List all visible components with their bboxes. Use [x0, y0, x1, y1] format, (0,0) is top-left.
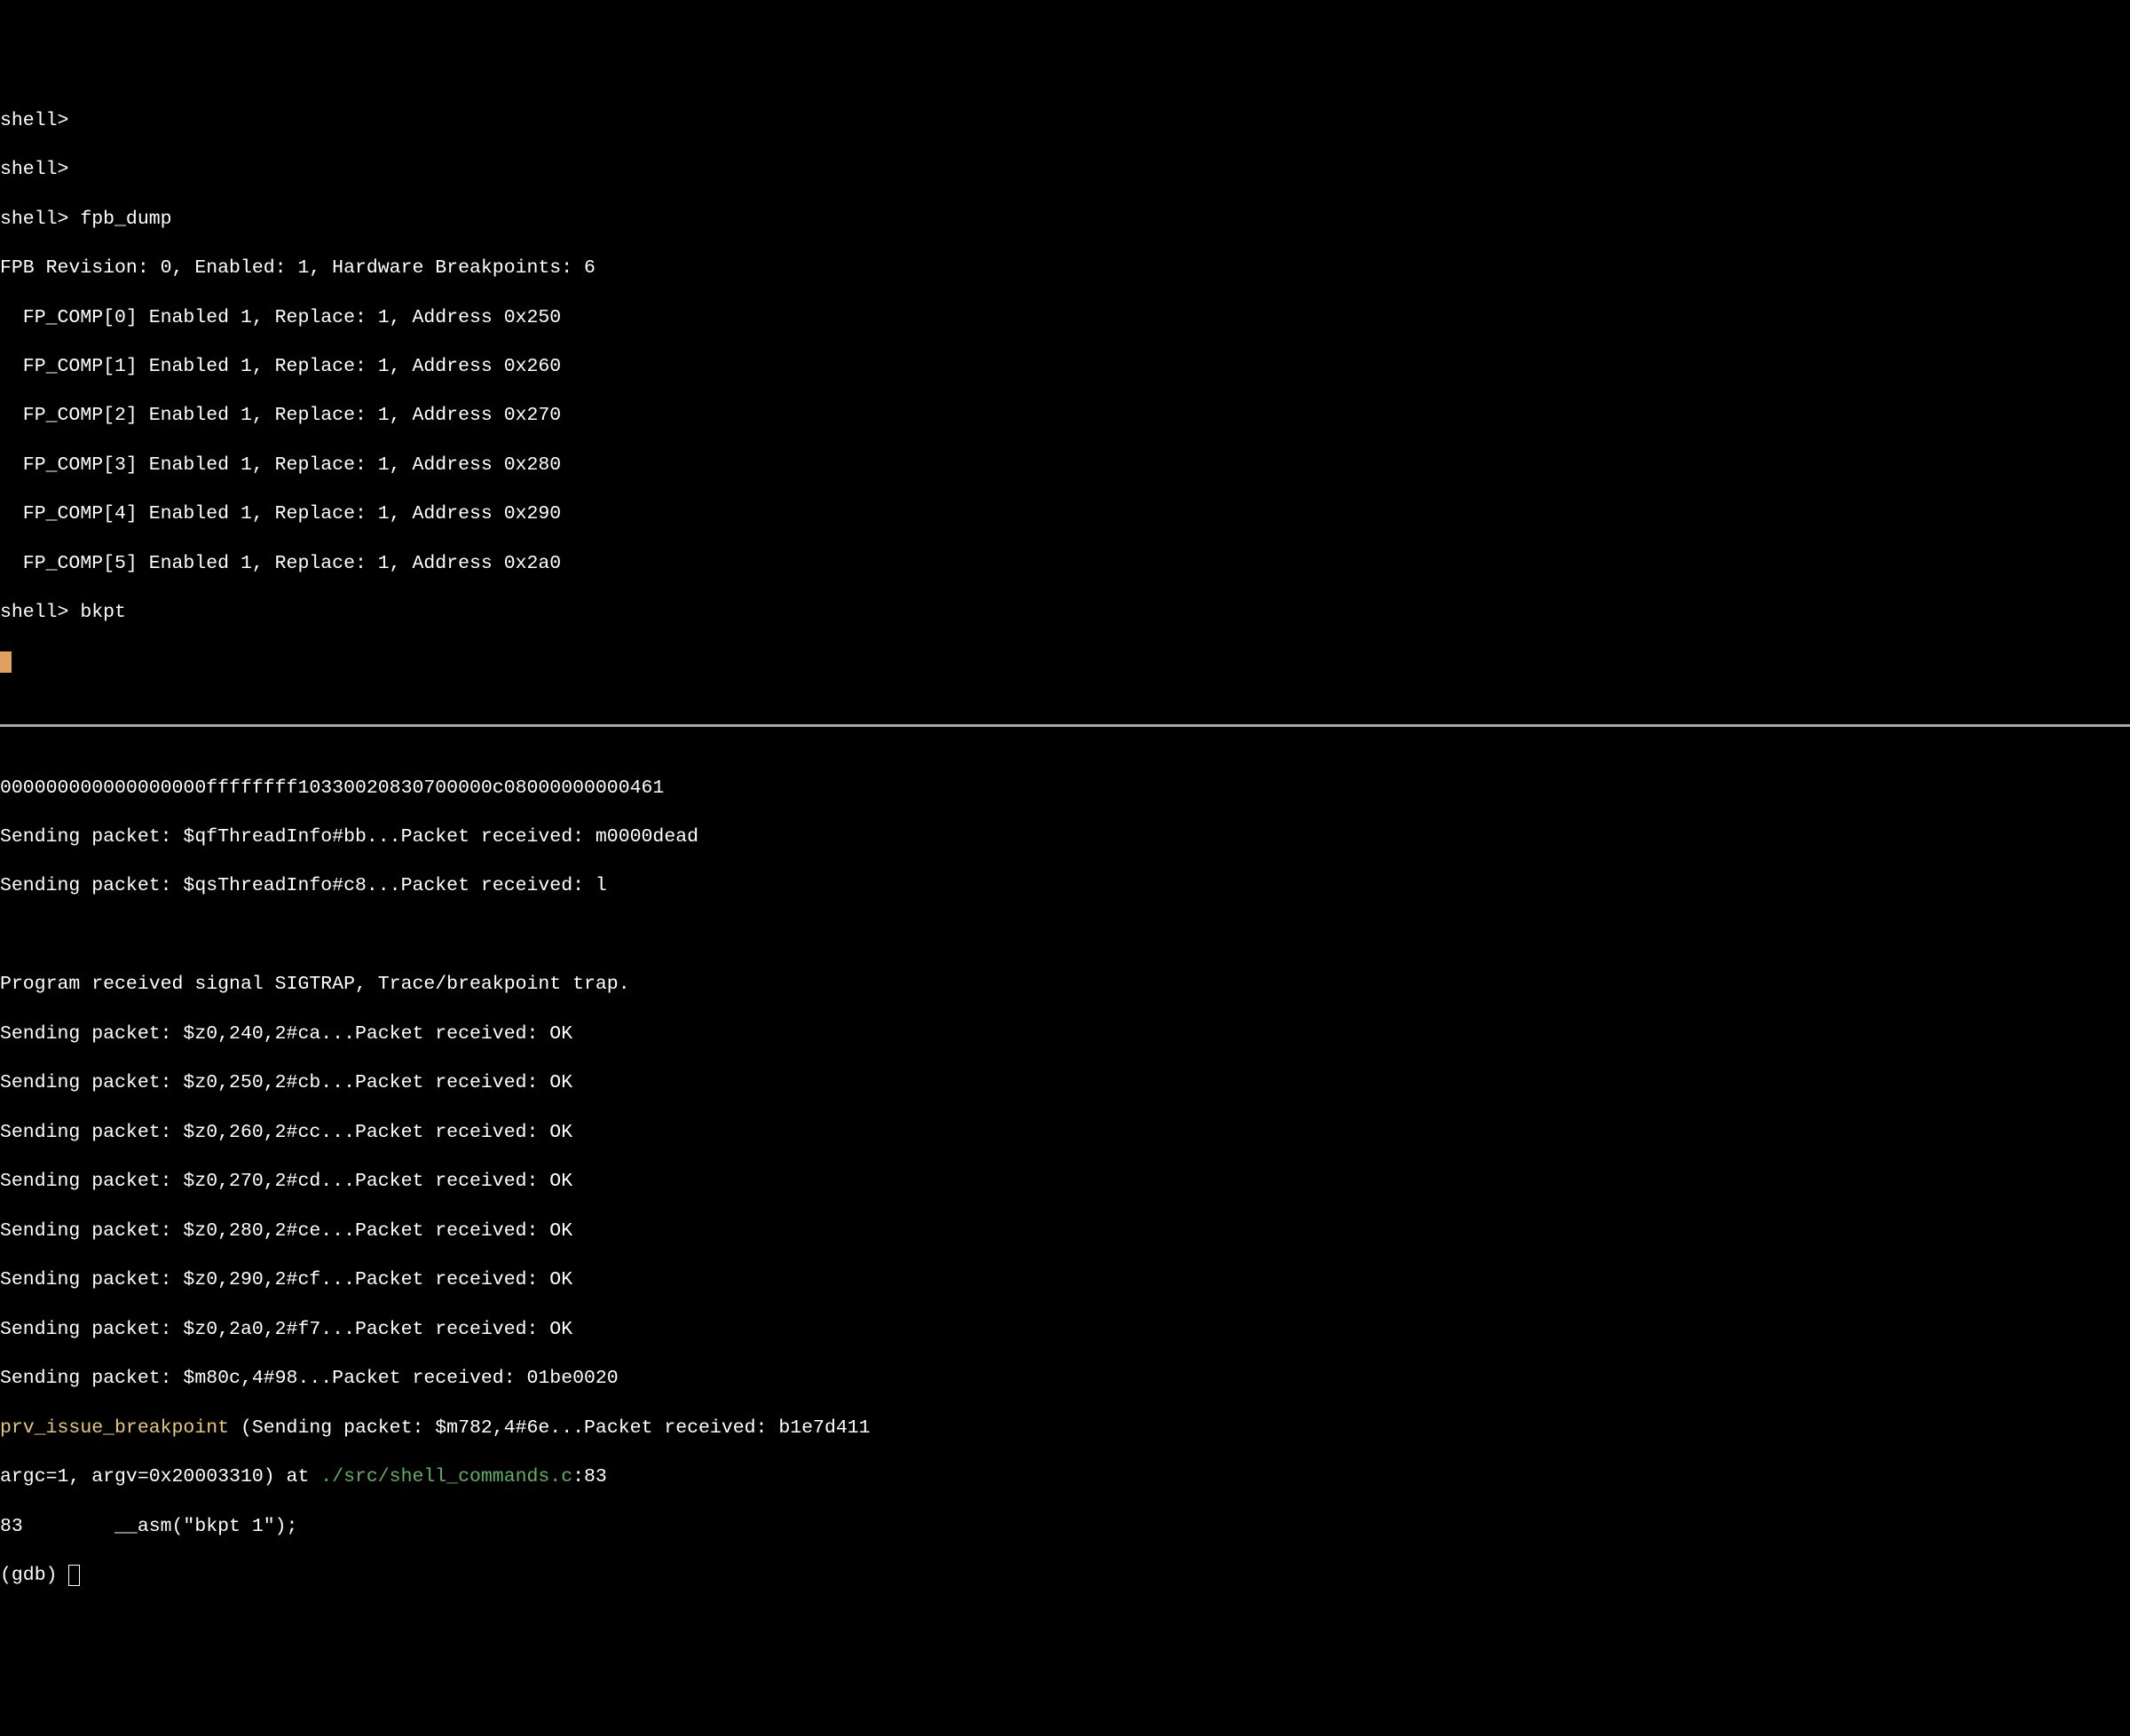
packet-z0-260: Sending packet: $z0,260,2#cc...Packet re…: [0, 1121, 2130, 1146]
source-line: 83 __asm("bkpt 1");: [0, 1515, 2130, 1540]
block-cursor-icon: [0, 651, 12, 673]
packet-z0-270: Sending packet: $z0,270,2#cd...Packet re…: [0, 1170, 2130, 1195]
gdb-prompt-line[interactable]: (gdb): [0, 1564, 2130, 1589]
argc-prefix: argc=1, argv=0x20003310) at: [0, 1466, 320, 1487]
pane-divider[interactable]: [0, 724, 2130, 727]
fpb-header: FPB Revision: 0, Enabled: 1, Hardware Br…: [0, 256, 2130, 281]
packet-m80c: Sending packet: $m80c,4#98...Packet rece…: [0, 1367, 2130, 1392]
frame-tail: (Sending packet: $m782,4#6e...Packet rec…: [229, 1417, 871, 1439]
line-number-suffix: :83: [572, 1466, 607, 1487]
function-name: prv_issue_breakpoint: [0, 1417, 229, 1439]
source-path: ./src/shell_commands.c: [320, 1466, 572, 1487]
hex-dump-line: 000000000000000000ffffffff10330020830700…: [0, 777, 2130, 801]
shell-command-fpb-dump: shell> fpb_dump: [0, 208, 2130, 233]
fp-comp-3: FP_COMP[3] Enabled 1, Replace: 1, Addres…: [0, 454, 2130, 478]
top-cursor-line: [0, 651, 2130, 675]
argc-line: argc=1, argv=0x20003310) at ./src/shell_…: [0, 1465, 2130, 1490]
top-terminal-pane[interactable]: shell> shell> shell> fpb_dump FPB Revisi…: [0, 99, 2130, 699]
packet-z0-250: Sending packet: $z0,250,2#cb...Packet re…: [0, 1071, 2130, 1096]
gdb-prompt-text: (gdb): [0, 1565, 68, 1586]
fp-comp-0: FP_COMP[0] Enabled 1, Replace: 1, Addres…: [0, 306, 2130, 331]
fp-comp-2: FP_COMP[2] Enabled 1, Replace: 1, Addres…: [0, 404, 2130, 429]
bottom-terminal-pane[interactable]: 000000000000000000ffffffff10330020830700…: [0, 752, 2130, 1614]
packet-z0-2a0: Sending packet: $z0,2a0,2#f7...Packet re…: [0, 1318, 2130, 1343]
packet-z0-290: Sending packet: $z0,290,2#cf...Packet re…: [0, 1268, 2130, 1293]
packet-z0-280: Sending packet: $z0,280,2#ce...Packet re…: [0, 1219, 2130, 1244]
outline-cursor-icon: [68, 1565, 80, 1586]
fp-comp-4: FP_COMP[4] Enabled 1, Replace: 1, Addres…: [0, 502, 2130, 527]
blank-line: [0, 924, 2130, 949]
shell-command-bkpt: shell> bkpt: [0, 601, 2130, 626]
sigtrap-message: Program received signal SIGTRAP, Trace/b…: [0, 973, 2130, 998]
packet-qsthreadinfo: Sending packet: $qsThreadInfo#c8...Packe…: [0, 874, 2130, 899]
packet-z0-240: Sending packet: $z0,240,2#ca...Packet re…: [0, 1022, 2130, 1047]
breakpoint-frame-line: prv_issue_breakpoint (Sending packet: $m…: [0, 1416, 2130, 1441]
packet-qfthreadinfo: Sending packet: $qfThreadInfo#bb...Packe…: [0, 825, 2130, 850]
shell-prompt-empty: shell>: [0, 158, 2130, 183]
fp-comp-1: FP_COMP[1] Enabled 1, Replace: 1, Addres…: [0, 355, 2130, 380]
fp-comp-5: FP_COMP[5] Enabled 1, Replace: 1, Addres…: [0, 552, 2130, 577]
shell-prompt-truncated: shell>: [0, 109, 2130, 134]
